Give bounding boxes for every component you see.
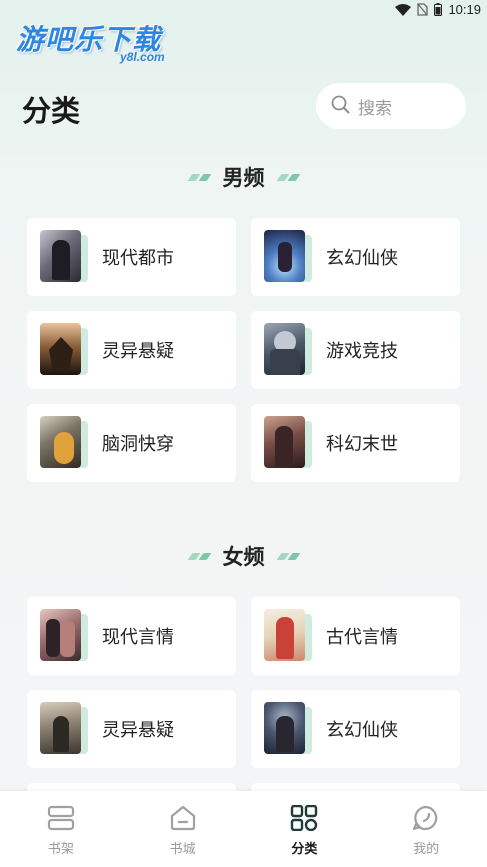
- search-box[interactable]: 搜索: [316, 83, 466, 129]
- book-cover: [264, 702, 312, 756]
- bottom-tab-bar: 书架 书城 分类 我的: [0, 791, 487, 867]
- category-card[interactable]: 玄幻仙侠: [251, 218, 460, 296]
- section-deco-right: [276, 173, 300, 181]
- tab-label: 我的: [413, 842, 440, 857]
- book-cover: [40, 230, 88, 284]
- category-label: 脑洞快穿: [102, 434, 174, 455]
- section-title: 女频: [222, 545, 265, 569]
- bookstore-icon: [169, 805, 197, 835]
- book-cover: [40, 609, 88, 663]
- section-header-male: 男频: [0, 161, 487, 193]
- search-icon: [331, 95, 350, 118]
- tab-category[interactable]: 分类: [244, 791, 366, 867]
- tab-label: 分类: [291, 842, 318, 857]
- status-time: 10:19: [448, 2, 481, 17]
- category-card[interactable]: 玄幻仙侠: [251, 690, 460, 768]
- book-cover: [264, 416, 312, 470]
- tab-bookstore[interactable]: 书城: [122, 791, 244, 867]
- tab-label: 书城: [169, 842, 196, 857]
- section-deco-left: [187, 173, 211, 181]
- tab-label: 书架: [47, 842, 74, 857]
- category-card[interactable]: 游戏竞技: [251, 311, 460, 389]
- site-logo: 游吧乐下载 y8l.com: [16, 18, 186, 68]
- category-card[interactable]: 灵异悬疑: [27, 311, 236, 389]
- bookshelf-icon: [47, 805, 75, 835]
- category-label: 科幻末世: [326, 434, 398, 455]
- search-placeholder: 搜索: [358, 98, 392, 119]
- category-label: 玄幻仙侠: [326, 248, 398, 269]
- category-card[interactable]: 现代言情: [27, 597, 236, 675]
- tab-profile[interactable]: 我的: [365, 791, 487, 867]
- no-sim-icon: [417, 3, 429, 16]
- category-label: 现代言情: [102, 627, 174, 648]
- category-label: 玄幻仙侠: [326, 720, 398, 741]
- section-title: 男频: [222, 166, 265, 190]
- section-deco-left: [187, 552, 211, 560]
- category-card[interactable]: 科幻末世: [251, 404, 460, 482]
- category-card[interactable]: 古代言情: [251, 597, 460, 675]
- wifi-icon: [395, 3, 412, 16]
- category-label: 灵异悬疑: [102, 720, 174, 741]
- profile-icon: [412, 805, 440, 835]
- logo-sub-text: y8l.com: [120, 50, 165, 64]
- category-label: 现代都市: [102, 248, 174, 269]
- book-cover: [264, 323, 312, 377]
- book-cover: [264, 230, 312, 284]
- category-label: 古代言情: [326, 627, 398, 648]
- category-icon: [290, 804, 318, 835]
- book-cover: [40, 323, 88, 377]
- section-deco-right: [276, 552, 300, 560]
- category-card[interactable]: 脑洞快穿: [27, 404, 236, 482]
- category-card[interactable]: 现代都市: [27, 218, 236, 296]
- book-cover: [40, 702, 88, 756]
- battery-icon: [434, 3, 443, 16]
- section-header-female: 女频: [0, 540, 487, 572]
- category-card[interactable]: 灵异悬疑: [27, 690, 236, 768]
- book-cover: [40, 416, 88, 470]
- status-icons: 10:19: [395, 2, 481, 17]
- category-label: 灵异悬疑: [102, 341, 174, 362]
- category-label: 游戏竞技: [326, 341, 398, 362]
- tab-bookshelf[interactable]: 书架: [0, 791, 122, 867]
- book-cover: [264, 609, 312, 663]
- page-title: 分类: [22, 94, 81, 128]
